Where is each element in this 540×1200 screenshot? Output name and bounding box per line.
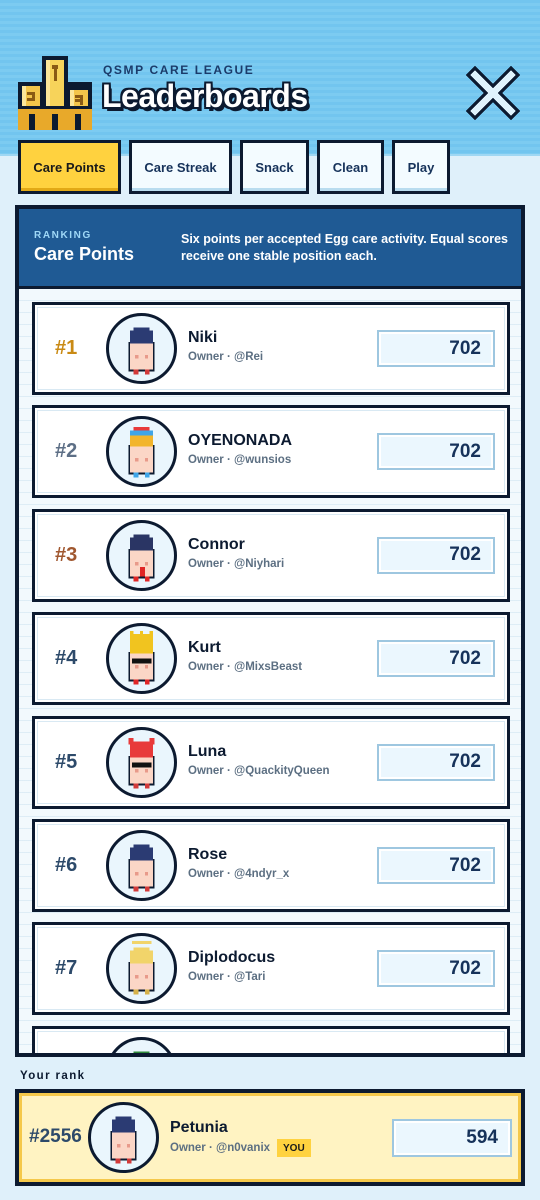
avatar xyxy=(106,933,177,1005)
header-eyebrow: QSMP CARE LEAGUE xyxy=(103,63,255,77)
owner-handle: Owner · @MixsBeast xyxy=(188,661,303,674)
ranking-eyebrow: RANKING xyxy=(34,230,92,241)
player-name: Niki xyxy=(188,329,218,346)
avatar xyxy=(106,726,177,798)
score-box: 702 xyxy=(377,847,495,884)
rank-number: #7 xyxy=(55,957,78,980)
owner-handle: Owner · @Niyhari xyxy=(188,557,285,570)
your-rank-card[interactable]: #2556 Petunia Owner · @n0vanix YOU 594 xyxy=(15,1089,525,1186)
tab-snack[interactable]: Snack xyxy=(240,140,309,194)
score-box: 702 xyxy=(377,330,495,367)
rank-number: #4 xyxy=(55,647,78,670)
owner-handle: Owner · @4ndyr_x xyxy=(188,868,290,880)
tab-care-streak[interactable]: Care Streak xyxy=(129,140,232,194)
rank-number: #1 xyxy=(55,337,78,359)
player-name: Rose xyxy=(188,846,228,863)
your-name: Petunia xyxy=(170,1119,228,1136)
rank-number: #6 xyxy=(55,854,78,876)
table-row[interactable]: #2 OYENONADA Owner · @wunsios 702 xyxy=(32,405,510,499)
table-row[interactable]: #4 Kurt Owner · @MixsBeast 702 xyxy=(32,612,510,706)
owner-handle: Owner · @wunsios xyxy=(188,454,292,467)
player-name: Diplodocus xyxy=(188,949,276,967)
your-owner: Owner · @n0vanix xyxy=(170,1142,271,1154)
header: QSMP CARE LEAGUE Leaderboards xyxy=(0,0,540,156)
rank-number: #5 xyxy=(55,750,78,773)
owner-handle: Owner · @Tari xyxy=(188,971,266,984)
your-rank-label: Your rank xyxy=(20,1070,86,1082)
player-name: Kurt xyxy=(188,639,221,657)
score-box: 702 xyxy=(377,640,495,678)
owner-handle: Owner · @QuackityQueen xyxy=(188,764,330,777)
avatar xyxy=(106,313,177,384)
table-row[interactable]: #6 Rose Owner · @4ndyr_x 702 xyxy=(32,819,510,912)
owner-handle: Owner · @Rei xyxy=(188,351,264,363)
rank-number: #3 xyxy=(55,543,78,566)
player-name: Connor xyxy=(188,535,245,553)
table-row[interactable]: #1 Niki Owner · @Rei 702 xyxy=(32,302,510,395)
table-row[interactable]: #7 Diplodocus Owner · @Tari 702 xyxy=(32,922,510,1016)
table-row[interactable]: #5 Luna Owner · @QuackityQueen 702 xyxy=(32,715,510,809)
podium-trophy-icon xyxy=(18,56,92,130)
leaderboard-panel: RANKING Care Points Six points per accep… xyxy=(15,205,525,1057)
player-name: Luna xyxy=(188,742,227,760)
table-row[interactable]: #3 Connor Owner · @Niyhari 702 xyxy=(32,508,510,602)
ranking-header: RANKING Care Points Six points per accep… xyxy=(19,209,521,289)
avatar xyxy=(88,1102,159,1173)
player-name: OYENONADA xyxy=(188,432,293,450)
table-row[interactable]: #8OmmmOwner · @...702 xyxy=(32,1025,510,1057)
your-score: 594 xyxy=(392,1119,512,1157)
player-name: Ommm xyxy=(188,1053,243,1054)
score-box: 702 xyxy=(377,433,495,471)
rank-number: #2 xyxy=(55,440,78,463)
score-box: 702 xyxy=(377,1054,495,1057)
ranking-title: Care Points xyxy=(34,244,135,264)
page-title: Leaderboards xyxy=(102,78,308,114)
tab-clean[interactable]: Clean xyxy=(317,140,384,194)
your-rank-position: #2556 xyxy=(29,1126,82,1147)
avatar xyxy=(106,416,177,488)
tab-care-points[interactable]: Care Points xyxy=(18,140,121,194)
you-badge: YOU xyxy=(277,1139,311,1157)
score-box: 702 xyxy=(377,950,495,988)
score-box: 702 xyxy=(377,536,495,574)
avatar xyxy=(106,519,177,591)
leaderboard-list[interactable]: #1 Niki Owner · @Rei 702 #2 OYENONADA Owner · … xyxy=(19,292,521,1057)
tab-play[interactable]: Play xyxy=(392,140,450,194)
avatar xyxy=(106,1036,177,1053)
ranking-description: Six points per accepted Egg care activit… xyxy=(181,232,508,263)
avatar xyxy=(106,623,177,695)
avatar xyxy=(106,830,177,901)
score-box: 702 xyxy=(377,743,495,781)
close-icon[interactable] xyxy=(466,66,520,120)
